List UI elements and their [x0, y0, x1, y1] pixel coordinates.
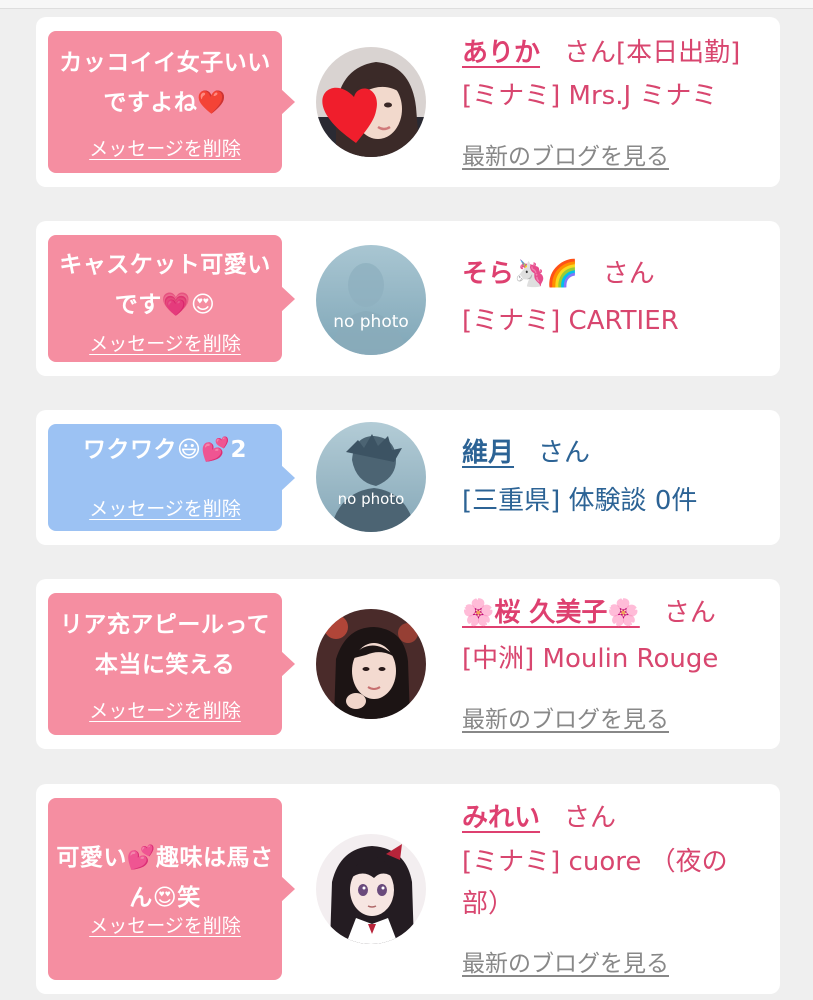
no-photo-silhouette-image: no photo	[316, 422, 426, 532]
delete-message-link[interactable]: メッセージを削除	[48, 134, 282, 161]
latest-blog-link[interactable]: 最新のブログを見る	[462, 944, 669, 978]
honorific: さん	[564, 803, 617, 833]
message-text: ワクワク😃💕2	[82, 437, 248, 463]
anime-girl-image	[316, 834, 426, 944]
avatar[interactable]: no photo	[316, 422, 426, 532]
latest-blog-link[interactable]: 最新のブログを見る	[462, 700, 669, 734]
sender-name-link[interactable]: 維月	[462, 438, 514, 468]
no-photo-label: no photo	[333, 312, 409, 332]
shop-info: [ミナミ] Mrs.J ミナミ	[462, 81, 718, 111]
message-card: カッコイイ女子いいですよね❤️ メッセージを削除 ありか さん[本日出勤] [ミナ…	[36, 17, 780, 187]
honorific: さん	[602, 259, 655, 289]
delete-message-link[interactable]: メッセージを削除	[48, 494, 282, 521]
shop-info: [ミナミ] cuore （夜の部）	[462, 847, 728, 919]
sender-name-line: ありか さん[本日出勤]	[462, 36, 740, 70]
sender-name-link[interactable]: 🌸桜 久美子🌸	[462, 598, 640, 628]
no-photo-image: no photo	[316, 245, 426, 355]
avatar[interactable]	[316, 609, 426, 719]
delete-message-link[interactable]: メッセージを削除	[48, 329, 282, 356]
avatar[interactable]	[316, 47, 426, 157]
delete-message-link[interactable]: メッセージを削除	[48, 696, 282, 723]
sender-name-line: 維月 さん	[462, 436, 590, 470]
shop-info: [三重県] 体験談 0件	[462, 486, 698, 516]
work-status: [本日出勤]	[616, 38, 741, 68]
shop-info: [中洲] Moulin Rouge	[462, 644, 719, 674]
message-bubble: キャスケット可愛いです💗😍 メッセージを削除	[48, 235, 295, 362]
message-card: ワクワク😃💕2 メッセージを削除 no photo 維月 さん [三重県] 体験談…	[36, 410, 780, 545]
avatar[interactable]: no photo	[316, 245, 426, 355]
message-card: 可愛い💕趣味は馬さん😍笑 メッセージを削除 みれい さん [ミナミ] cuore …	[36, 784, 780, 994]
honorific: さん	[564, 38, 617, 68]
message-card: キャスケット可愛いです💗😍 メッセージを削除 no photo そら🦄🌈 さん […	[36, 221, 780, 376]
sender-name: そら🦄🌈	[462, 259, 579, 289]
photo-woman-image	[316, 609, 426, 719]
latest-blog-link[interactable]: 最新のブログを見る	[462, 137, 669, 171]
no-photo-label: no photo	[338, 490, 405, 508]
photo-woman-heart-image	[316, 47, 426, 157]
avatar[interactable]	[316, 834, 426, 944]
sender-name-line: 🌸桜 久美子🌸 さん	[462, 596, 716, 630]
message-bubble: ワクワク😃💕2 メッセージを削除	[48, 424, 295, 531]
honorific: さん	[538, 438, 591, 468]
message-text: カッコイイ女子いいですよね❤️	[59, 50, 271, 116]
sender-name-line: みれい さん	[462, 801, 616, 835]
honorific: さん	[663, 598, 716, 628]
message-text: 可愛い💕趣味は馬さん😍笑	[56, 845, 274, 911]
sender-name-line: そら🦄🌈 さん	[462, 257, 655, 291]
shop-info: [ミナミ] CARTIER	[462, 306, 679, 336]
sender-name-link[interactable]: ありか	[462, 38, 540, 68]
message-text: キャスケット可愛いです💗😍	[59, 252, 271, 318]
message-bubble: カッコイイ女子いいですよね❤️ メッセージを削除	[48, 31, 295, 173]
sender-name-link[interactable]: みれい	[462, 803, 540, 833]
top-divider	[0, 0, 813, 9]
message-bubble: リア充アピールって本当に笑える メッセージを削除	[48, 593, 295, 735]
delete-message-link[interactable]: メッセージを削除	[48, 911, 282, 938]
message-text: リア充アピールって本当に笑える	[59, 612, 271, 678]
message-card: リア充アピールって本当に笑える メッセージを削除 🌸桜 久美子🌸 さん [中洲] …	[36, 579, 780, 749]
message-bubble: 可愛い💕趣味は馬さん😍笑 メッセージを削除	[48, 798, 295, 980]
